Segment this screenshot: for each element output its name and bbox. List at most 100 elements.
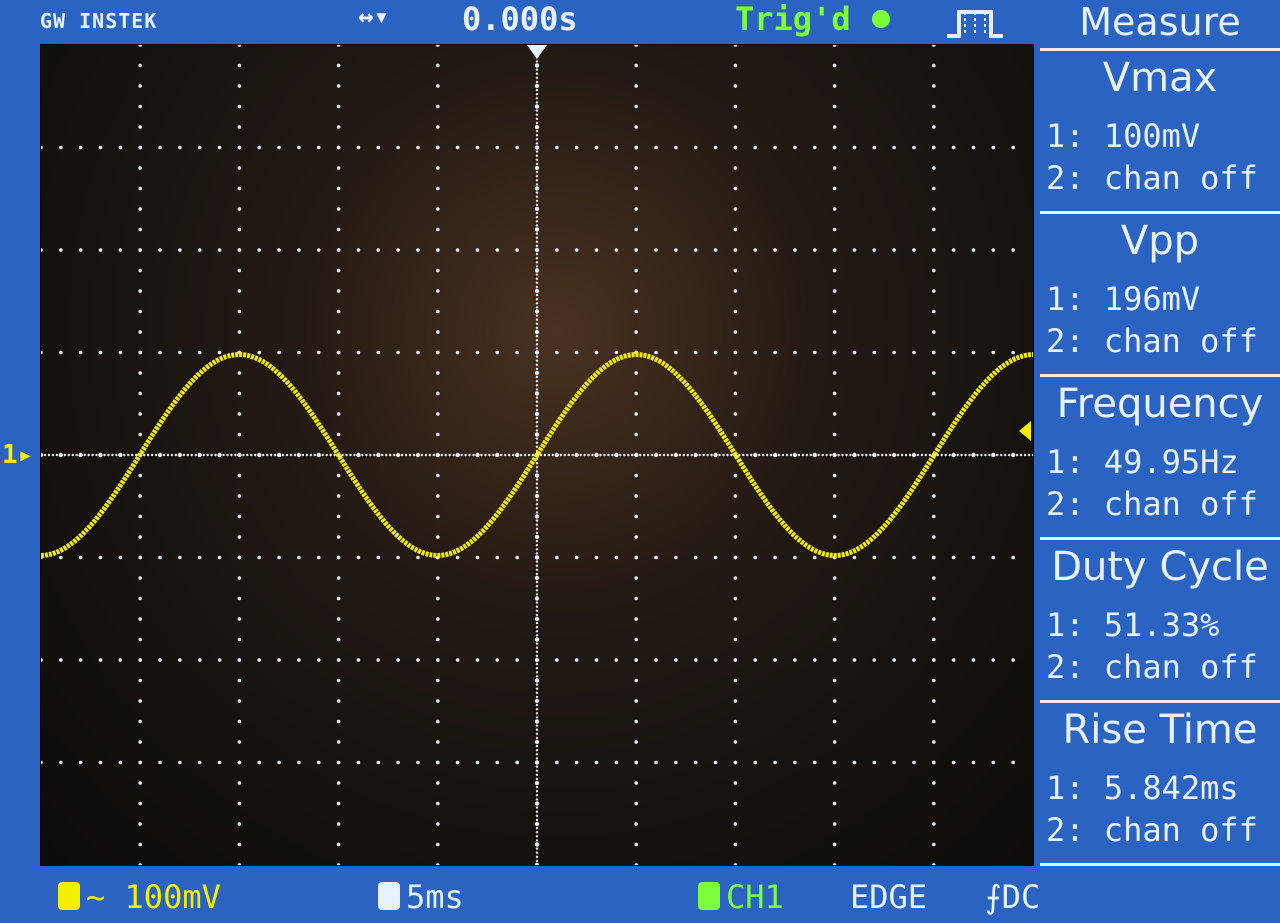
grid-vertical-dot (436, 801, 440, 806)
center-vertical-axis-tick (535, 498, 539, 502)
grid-horizontal-dot (713, 555, 718, 560)
center-vertical-axis-tick (535, 790, 539, 793)
grid-horizontal-dot (892, 555, 896, 560)
grid-horizontal-dot (158, 658, 162, 662)
measure-slot-vmax[interactable]: Vmax 1: 100mV 2: chan off (1040, 51, 1280, 214)
grid-horizontal-dot (178, 760, 182, 765)
center-vertical-axis-tick (535, 482, 539, 485)
center-vertical-axis-tick (535, 585, 539, 588)
timebase-indicator[interactable]: 5ms (378, 878, 464, 916)
center-horizontal-axis-tick (345, 453, 348, 457)
grid-vertical-dot (138, 801, 142, 806)
grid-vertical-dot (237, 863, 242, 865)
center-horizontal-axis-tick (142, 453, 146, 457)
measure-slot-vpp[interactable]: Vpp 1: 196mV 2: chan off (1040, 214, 1280, 377)
grid-vertical-dot (138, 207, 142, 211)
trigger-type-indicator[interactable]: EDGE (850, 878, 927, 916)
center-horizontal-axis-tick (948, 453, 951, 457)
grid-horizontal-dot (396, 760, 400, 765)
grid-vertical-dot (237, 186, 242, 191)
measure-slot-rise-time[interactable]: Rise Time 1: 5.842ms 2: chan off (1040, 703, 1280, 866)
center-horizontal-axis-tick (432, 453, 436, 457)
grid-horizontal-dot (237, 760, 242, 765)
center-vertical-axis-tick (535, 310, 539, 313)
center-vertical-axis-tick (535, 654, 539, 658)
measure-name: Frequency (1056, 381, 1264, 427)
center-vertical-axis-tick (535, 535, 539, 539)
center-horizontal-axis-tick (369, 453, 372, 457)
grid-horizontal-dot (237, 145, 242, 150)
grid-horizontal-dot (277, 658, 281, 662)
center-horizontal-axis-tick (214, 453, 217, 457)
center-vertical-axis-tick (535, 68, 539, 71)
grid-vertical-dot (733, 207, 738, 211)
center-vertical-axis-tick (535, 326, 539, 330)
center-horizontal-axis-tick (289, 453, 293, 457)
grid-horizontal-dot (713, 248, 718, 252)
center-horizontal-axis-tick (150, 453, 154, 457)
ch1-scale-indicator[interactable]: ~ 100mV (58, 878, 221, 916)
center-horizontal-axis-tick (884, 453, 888, 457)
center-horizontal-axis-tick (178, 453, 182, 457)
center-vertical-axis-tick (535, 802, 539, 805)
grid-vertical-dot (138, 678, 142, 683)
center-horizontal-axis-tick (87, 453, 90, 457)
center-vertical-axis-tick (535, 142, 539, 145)
measure-slot-duty-cycle[interactable]: Duty Cycle 1: 51.33% 2: chan off (1040, 540, 1280, 703)
center-horizontal-axis-tick (99, 453, 102, 457)
grid-vertical-dot (733, 412, 738, 416)
center-horizontal-axis-tick (365, 453, 368, 457)
center-vertical-axis-tick (535, 416, 539, 420)
grid-vertical-dot (336, 576, 341, 580)
center-vertical-axis-tick (535, 683, 539, 686)
measure-name: Vpp (1120, 218, 1200, 264)
center-horizontal-axis-tick (968, 453, 971, 457)
grid-horizontal-dot (555, 248, 559, 252)
grid-horizontal-dot (118, 760, 123, 765)
grid-vertical-dot (237, 391, 242, 396)
grid-horizontal-dot (971, 350, 976, 355)
grid-vertical-dot (832, 227, 837, 232)
trigger-coupling-indicator[interactable]: ⨍DC (985, 878, 1040, 916)
grid-vertical-dot (634, 842, 638, 847)
center-horizontal-axis-tick (285, 453, 289, 457)
grid-horizontal-dot (555, 760, 559, 765)
trigger-source-indicator[interactable]: CH1 (698, 878, 784, 916)
center-horizontal-axis-tick (1019, 453, 1023, 457)
grid-horizontal-dot (892, 350, 896, 355)
center-horizontal-axis-tick (131, 453, 134, 457)
grid-vertical-dot (436, 125, 440, 129)
center-vertical-axis-tick (535, 117, 539, 121)
grid-horizontal-dot (555, 555, 559, 560)
grid-vertical-dot (832, 617, 837, 621)
center-horizontal-axis-tick (476, 453, 479, 457)
center-horizontal-axis-tick (658, 453, 662, 457)
grid-horizontal-dot (316, 555, 321, 560)
grid-horizontal-dot (753, 145, 758, 150)
center-vertical-axis-tick (535, 749, 539, 752)
grid-vertical-dot (237, 330, 242, 334)
center-horizontal-axis-tick (392, 453, 396, 457)
center-horizontal-axis-tick (83, 453, 86, 457)
measure-slot-frequency[interactable]: Frequency 1: 49.95Hz 2: chan off (1040, 377, 1280, 540)
center-vertical-axis-tick (535, 445, 539, 448)
center-horizontal-axis-tick (254, 453, 257, 457)
grid-vertical-dot (832, 637, 837, 642)
grid-vertical-dot (237, 801, 242, 806)
measure-panel-title[interactable]: Measure (1040, 0, 1280, 51)
center-horizontal-axis-tick (262, 453, 265, 457)
grid-horizontal-dot (495, 658, 500, 662)
grid-vertical-dot (733, 596, 738, 601)
grid-vertical-dot (932, 45, 936, 47)
center-vertical-axis-tick (535, 318, 539, 321)
grid-vertical-dot (932, 371, 936, 375)
grid-vertical-dot (336, 432, 341, 437)
grid-horizontal-dot (277, 555, 281, 560)
grid-horizontal-dot (753, 248, 758, 252)
grid-horizontal-dot (991, 248, 996, 252)
center-vertical-axis-tick (535, 646, 539, 649)
center-horizontal-axis-tick (595, 453, 598, 457)
grid-vertical-dot (138, 391, 142, 396)
grid-vertical-dot (832, 412, 837, 416)
center-vertical-axis-tick (535, 388, 539, 391)
